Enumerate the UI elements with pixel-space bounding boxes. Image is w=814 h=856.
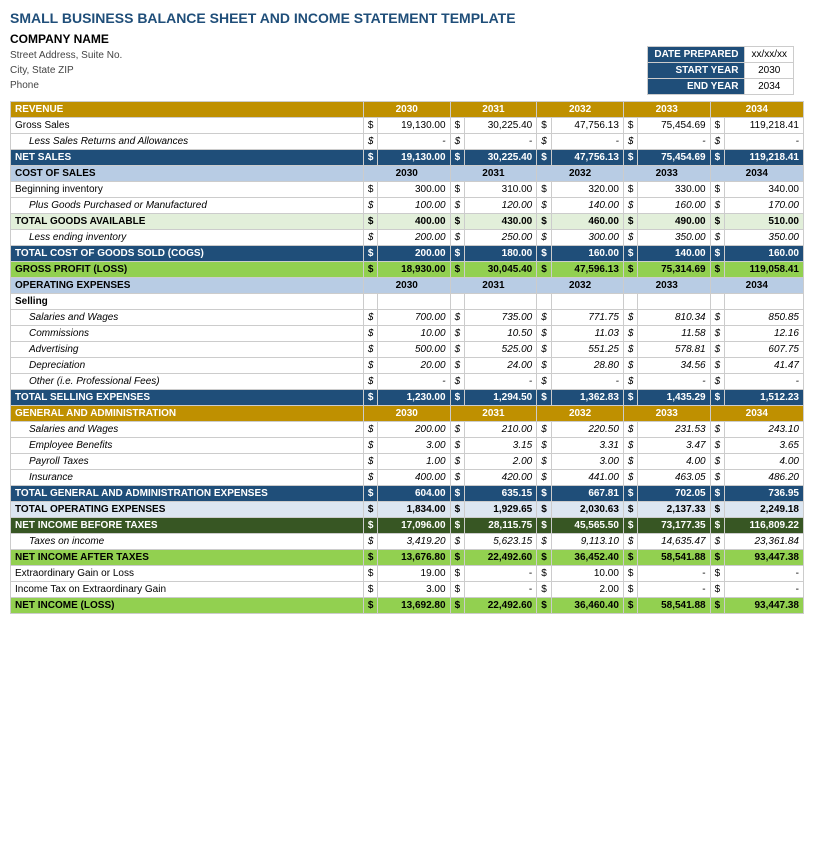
gross-profit-label: GROSS PROFIT (LOSS) — [11, 262, 364, 278]
selling-subheader-row: Selling — [11, 294, 804, 310]
gs-2032: 47,756.13 — [551, 118, 623, 134]
less-ending-label: Less ending inventory — [11, 230, 364, 246]
total-cogs-label: TOTAL COST OF GOODS SOLD (COGS) — [11, 246, 364, 262]
commissions-label: Commissions — [11, 326, 364, 342]
revenue-year-2031: 2031 — [450, 102, 537, 118]
advertising-row: Advertising $500.00 $525.00 $551.25 $578… — [11, 342, 804, 358]
depreciation-row: Depreciation $20.00 $24.00 $28.80 $34.56… — [11, 358, 804, 374]
start-year-label: START YEAR — [648, 63, 745, 79]
total-goods-label: TOTAL GOODS AVAILABLE — [11, 214, 364, 230]
company-name: COMPANY NAME — [10, 32, 804, 46]
taxes-on-income-label: Taxes on income — [11, 534, 364, 550]
advertising-label: Advertising — [11, 342, 364, 358]
salaries-wages-ga-row: Salaries and Wages $200.00 $210.00 $220.… — [11, 422, 804, 438]
net-sales-label: NET SALES — [11, 150, 364, 166]
revenue-header-row: REVENUE 2030 2031 2032 2033 2034 — [11, 102, 804, 118]
beginning-inventory-row: Beginning inventory $300.00 $310.00 $320… — [11, 182, 804, 198]
employee-benefits-label: Employee Benefits — [11, 438, 364, 454]
net-after-taxes-label: NET INCOME AFTER TAXES — [11, 550, 364, 566]
beginning-inventory-label: Beginning inventory — [11, 182, 364, 198]
less-sales-label: Less Sales Returns and Allowances — [11, 134, 364, 150]
total-cogs-row: TOTAL COST OF GOODS SOLD (COGS) $200.00 … — [11, 246, 804, 262]
end-year-value: 2034 — [745, 79, 794, 95]
revenue-year-2033: 2033 — [623, 102, 710, 118]
income-tax-extraordinary-row: Income Tax on Extraordinary Gain $3.00 $… — [11, 582, 804, 598]
total-ga-label: TOTAL GENERAL AND ADMINISTRATION EXPENSE… — [11, 486, 364, 502]
operating-expenses-header-row: OPERATING EXPENSES 2030 2031 2032 2033 2… — [11, 278, 804, 294]
date-prepared-label: DATE PREPARED — [648, 47, 745, 63]
other-fees-row: Other (i.e. Professional Fees) $- $- $- … — [11, 374, 804, 390]
net-income-loss-label: NET INCOME (LOSS) — [11, 598, 364, 614]
revenue-year-2030: 2030 — [363, 102, 450, 118]
salaries-wages-sell-label: Salaries and Wages — [11, 310, 364, 326]
commissions-row: Commissions $10.00 $10.50 $11.03 $11.58 … — [11, 326, 804, 342]
total-selling-row: TOTAL SELLING EXPENSES $1,230.00 $1,294.… — [11, 390, 804, 406]
date-prepared-value: xx/xx/xx — [745, 47, 794, 63]
selling-label: Selling — [11, 294, 364, 310]
page-title: SMALL BUSINESS BALANCE SHEET AND INCOME … — [10, 10, 804, 26]
gen-admin-header-row: GENERAL AND ADMINISTRATION 2030 2031 203… — [11, 406, 804, 422]
date-table: DATE PREPARED xx/xx/xx START YEAR 2030 E… — [647, 46, 794, 95]
net-before-taxes-label: NET INCOME BEFORE TAXES — [11, 518, 364, 534]
gs-2030: 19,130.00 — [378, 118, 450, 134]
total-goods-row: TOTAL GOODS AVAILABLE $400.00 $430.00 $4… — [11, 214, 804, 230]
revenue-year-2034: 2034 — [710, 102, 803, 118]
net-sales-row: NET SALES $19,130.00 $30,225.40 $47,756.… — [11, 150, 804, 166]
financial-table: REVENUE 2030 2031 2032 2033 2034 Gross S… — [10, 101, 804, 614]
extraordinary-gain-row: Extraordinary Gain or Loss $19.00 $- $10… — [11, 566, 804, 582]
plus-goods-row: Plus Goods Purchased or Manufactured $10… — [11, 198, 804, 214]
revenue-label: REVENUE — [11, 102, 364, 118]
start-year-value: 2030 — [745, 63, 794, 79]
date-info: DATE PREPARED xx/xx/xx START YEAR 2030 E… — [647, 46, 794, 95]
payroll-taxes-row: Payroll Taxes $1.00 $2.00 $3.00 $4.00 $4… — [11, 454, 804, 470]
net-before-taxes-row: NET INCOME BEFORE TAXES $17,096.00 $28,1… — [11, 518, 804, 534]
total-selling-label: TOTAL SELLING EXPENSES — [11, 390, 364, 406]
insurance-row: Insurance $400.00 $420.00 $441.00 $463.0… — [11, 470, 804, 486]
gs-2031: 30,225.40 — [465, 118, 537, 134]
taxes-on-income-row: Taxes on income $3,419.20 $5,623.15 $9,1… — [11, 534, 804, 550]
gross-profit-row: GROSS PROFIT (LOSS) $18,930.00 $30,045.4… — [11, 262, 804, 278]
salaries-wages-ga-label: Salaries and Wages — [11, 422, 364, 438]
gs-2034: 119,218.41 — [725, 118, 804, 134]
employee-benefits-row: Employee Benefits $3.00 $3.15 $3.31 $3.4… — [11, 438, 804, 454]
payroll-taxes-label: Payroll Taxes — [11, 454, 364, 470]
plus-goods-label: Plus Goods Purchased or Manufactured — [11, 198, 364, 214]
insurance-label: Insurance — [11, 470, 364, 486]
gs-2033: 75,454.69 — [638, 118, 710, 134]
net-after-taxes-row: NET INCOME AFTER TAXES $13,676.80 $22,49… — [11, 550, 804, 566]
other-fees-label: Other (i.e. Professional Fees) — [11, 374, 364, 390]
gen-admin-label: GENERAL AND ADMINISTRATION — [11, 406, 364, 422]
gross-sales-label: Gross Sales — [11, 118, 364, 134]
extraordinary-gain-label: Extraordinary Gain or Loss — [11, 566, 364, 582]
less-sales-returns-row: Less Sales Returns and Allowances $- $- … — [11, 134, 804, 150]
cost-of-sales-label: COST OF SALES — [11, 166, 364, 182]
total-operating-row: TOTAL OPERATING EXPENSES $1,834.00 $1,92… — [11, 502, 804, 518]
less-ending-row: Less ending inventory $200.00 $250.00 $3… — [11, 230, 804, 246]
end-year-label: END YEAR — [648, 79, 745, 95]
total-operating-label: TOTAL OPERATING EXPENSES — [11, 502, 364, 518]
operating-expenses-label: OPERATING EXPENSES — [11, 278, 364, 294]
total-ga-row: TOTAL GENERAL AND ADMINISTRATION EXPENSE… — [11, 486, 804, 502]
depreciation-label: Depreciation — [11, 358, 364, 374]
net-income-loss-row: NET INCOME (LOSS) $13,692.80 $22,492.60 … — [11, 598, 804, 614]
gross-sales-row: Gross Sales $19,130.00 $30,225.40 $47,75… — [11, 118, 804, 134]
header: SMALL BUSINESS BALANCE SHEET AND INCOME … — [10, 10, 804, 93]
cost-of-sales-header-row: COST OF SALES 2030 2031 2032 2033 2034 — [11, 166, 804, 182]
revenue-year-2032: 2032 — [537, 102, 624, 118]
income-tax-extraordinary-label: Income Tax on Extraordinary Gain — [11, 582, 364, 598]
salaries-wages-sell-row: Salaries and Wages $700.00 $735.00 $771.… — [11, 310, 804, 326]
